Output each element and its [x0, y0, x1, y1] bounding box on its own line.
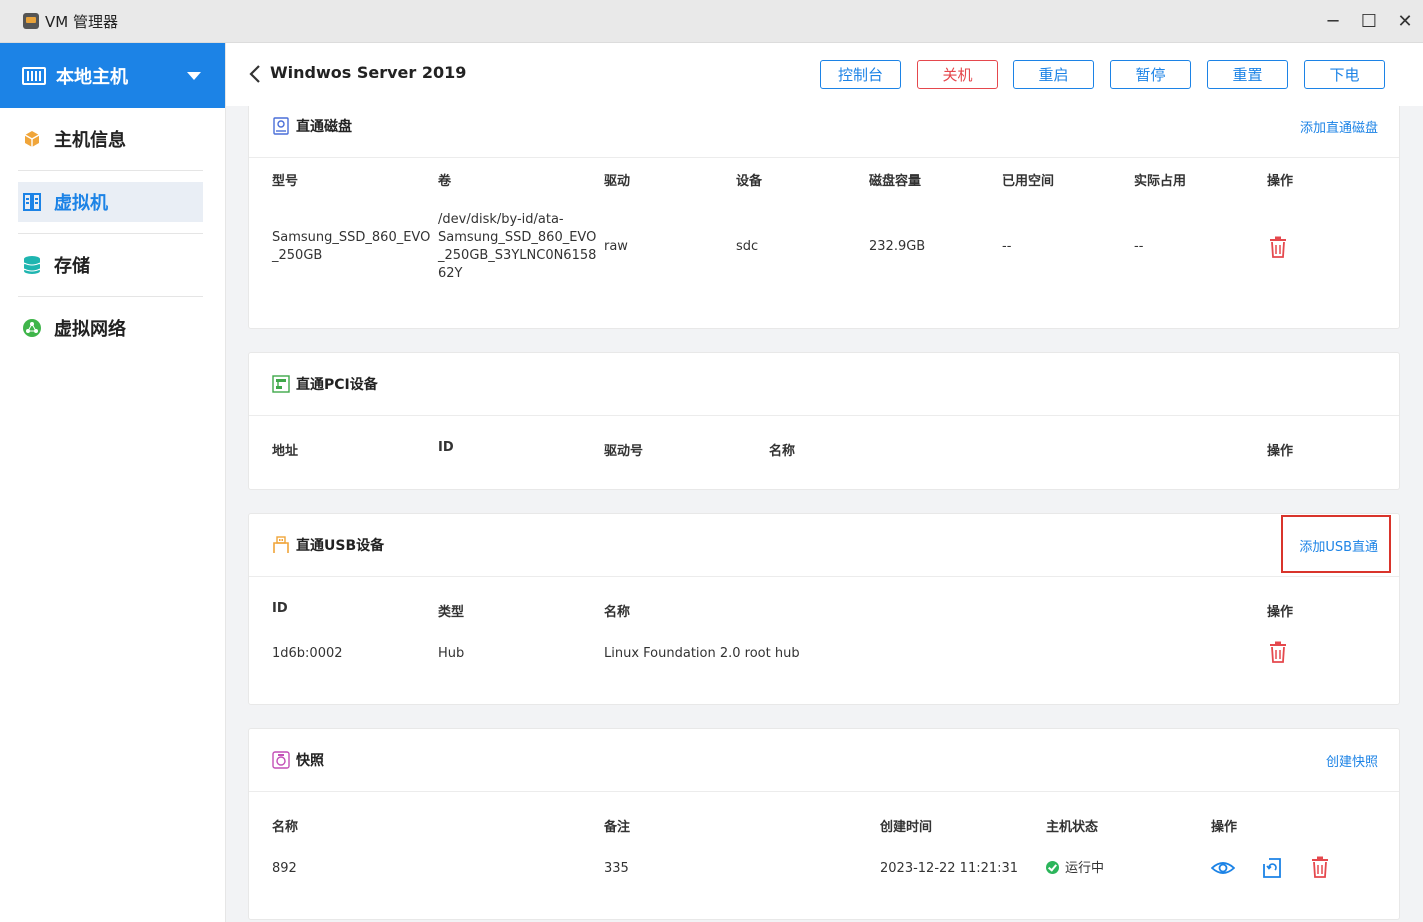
column-header: 创建时间: [880, 820, 933, 835]
column-header: 名称: [604, 605, 631, 620]
card-header: 直通磁盘 添加直通磁盘: [249, 106, 1399, 158]
caret-down-icon[interactable]: [187, 72, 201, 80]
page-title: Windwos Server 2019: [270, 63, 467, 82]
vm-icon: [22, 192, 42, 212]
column-header: 备注: [604, 820, 631, 835]
snapshot-status: 运行中: [1046, 860, 1104, 878]
highlight-box: [1281, 515, 1391, 573]
passthrough-disk-card: 直通磁盘 添加直通磁盘 型号 卷 驱动 设备 磁盘容量 已用空间 实际占用 操作…: [248, 106, 1400, 329]
window-controls: ─ ☐ ✕: [1315, 0, 1423, 43]
sidebar-item-network[interactable]: 虚拟网络: [18, 308, 203, 348]
card-title: 直通磁盘: [296, 119, 352, 135]
sidebar-item-label: 主机信息: [54, 130, 126, 151]
maximize-button[interactable]: ☐: [1351, 0, 1387, 43]
shutdown-button[interactable]: 关机: [917, 60, 998, 89]
page-header: Windwos Server 2019 控制台 关机 重启 暂停 重置 下电: [226, 43, 1423, 106]
disk-device: sdc: [736, 239, 759, 254]
card-title: 快照: [296, 753, 324, 769]
column-header: 地址: [272, 444, 299, 459]
add-passthrough-disk-link[interactable]: 添加直通磁盘: [1300, 117, 1378, 136]
app-icon: [23, 13, 39, 29]
snapshot-name: 892: [272, 861, 297, 876]
column-header: 名称: [272, 820, 299, 835]
disk-driver: raw: [604, 239, 628, 254]
column-header: 驱动号: [604, 444, 644, 459]
card-header: 快照 创建快照: [249, 729, 1399, 792]
snapshot-created: 2023-12-22 11:21:31: [880, 861, 1019, 876]
divider: [18, 233, 203, 234]
server-rack-icon: [22, 66, 46, 85]
back-arrow-icon[interactable]: [248, 62, 262, 86]
sidebar-item-label: 存储: [54, 256, 90, 277]
disk-model: Samsung_SSD_860_EVO _250GB: [272, 230, 431, 263]
column-header: 磁盘容量: [869, 174, 922, 189]
usb-id: 1d6b:0002: [272, 646, 343, 661]
network-icon: [22, 318, 42, 338]
sidebar: 本地主机 主机信息 虚拟机 存储 虚拟网络: [0, 43, 226, 922]
column-header: 实际占用: [1134, 174, 1187, 189]
trash-icon[interactable]: [1268, 641, 1288, 663]
column-header: 驱动: [604, 174, 631, 189]
column-header: 名称: [769, 444, 796, 459]
trash-icon[interactable]: [1310, 856, 1330, 878]
trash-icon[interactable]: [1268, 236, 1288, 258]
usb-name: Linux Foundation 2.0 root hub: [604, 646, 800, 661]
passthrough-usb-card: 直通USB设备 添加USB直通 ID 类型 名称 操作 1d6b:0002 Hu…: [248, 513, 1400, 705]
power-off-button[interactable]: 下电: [1304, 60, 1385, 89]
column-header: 操作: [1267, 444, 1294, 459]
sidebar-item-vm[interactable]: 虚拟机: [18, 182, 203, 222]
column-header: 操作: [1211, 820, 1238, 835]
disk-actual: --: [1134, 239, 1144, 254]
card-title: 直通USB设备: [296, 538, 385, 554]
pci-icon: [272, 375, 290, 393]
disk-used: --: [1002, 239, 1012, 254]
card-title: 直通PCI设备: [296, 377, 378, 393]
title-bar: VM 管理器 ─ ☐ ✕: [0, 0, 1423, 43]
disk-capacity: 232.9GB: [869, 239, 926, 254]
column-header: 已用空间: [1002, 174, 1055, 189]
reset-button[interactable]: 重置: [1207, 60, 1288, 89]
disk-icon: [272, 117, 290, 135]
card-header: 直通PCI设备: [249, 353, 1399, 416]
column-header: 设备: [736, 174, 763, 189]
sidebar-item-host-info[interactable]: 主机信息: [18, 119, 203, 159]
column-header: 主机状态: [1046, 820, 1099, 835]
card-header: 直通USB设备 添加USB直通: [249, 514, 1399, 577]
column-header: ID: [438, 440, 454, 455]
eye-icon[interactable]: [1211, 856, 1235, 880]
restore-icon[interactable]: [1260, 856, 1284, 880]
camera-icon: [272, 751, 290, 769]
column-header: 型号: [272, 174, 299, 189]
column-header: 类型: [438, 605, 465, 620]
divider: [18, 296, 203, 297]
pause-button[interactable]: 暂停: [1110, 60, 1191, 89]
column-header: 卷: [438, 174, 452, 189]
column-header: 操作: [1267, 174, 1294, 189]
status-text: 运行中: [1065, 861, 1105, 876]
divider: [18, 170, 203, 171]
sidebar-item-label: 虚拟机: [54, 193, 108, 214]
window-title: VM 管理器: [45, 12, 118, 31]
column-header: 操作: [1267, 605, 1294, 620]
storage-icon: [22, 255, 42, 275]
close-button[interactable]: ✕: [1387, 0, 1423, 43]
console-button[interactable]: 控制台: [820, 60, 901, 89]
minimize-button[interactable]: ─: [1315, 0, 1351, 43]
host-label: 本地主机: [56, 66, 128, 88]
create-snapshot-link[interactable]: 创建快照: [1326, 751, 1378, 770]
restart-button[interactable]: 重启: [1013, 60, 1094, 89]
sidebar-item-label: 虚拟网络: [54, 319, 126, 340]
usb-type: Hub: [438, 646, 465, 661]
snapshot-card: 快照 创建快照 名称 备注 创建时间 主机状态 操作 892 335 2023-…: [248, 728, 1400, 920]
passthrough-pci-card: 直通PCI设备 地址 ID 驱动号 名称 操作: [248, 352, 1400, 490]
cube-icon: [22, 129, 42, 149]
check-circle-icon: [1046, 861, 1059, 874]
column-header: ID: [272, 601, 288, 616]
main-content: 直通磁盘 添加直通磁盘 型号 卷 驱动 设备 磁盘容量 已用空间 实际占用 操作…: [226, 106, 1423, 922]
sidebar-item-storage[interactable]: 存储: [18, 245, 203, 285]
disk-volume: /dev/disk/by-id/ata- Samsung_SSD_860_EVO…: [438, 212, 597, 281]
snapshot-note: 335: [604, 861, 629, 876]
host-selector[interactable]: 本地主机: [0, 43, 225, 108]
usb-icon: [272, 536, 290, 554]
